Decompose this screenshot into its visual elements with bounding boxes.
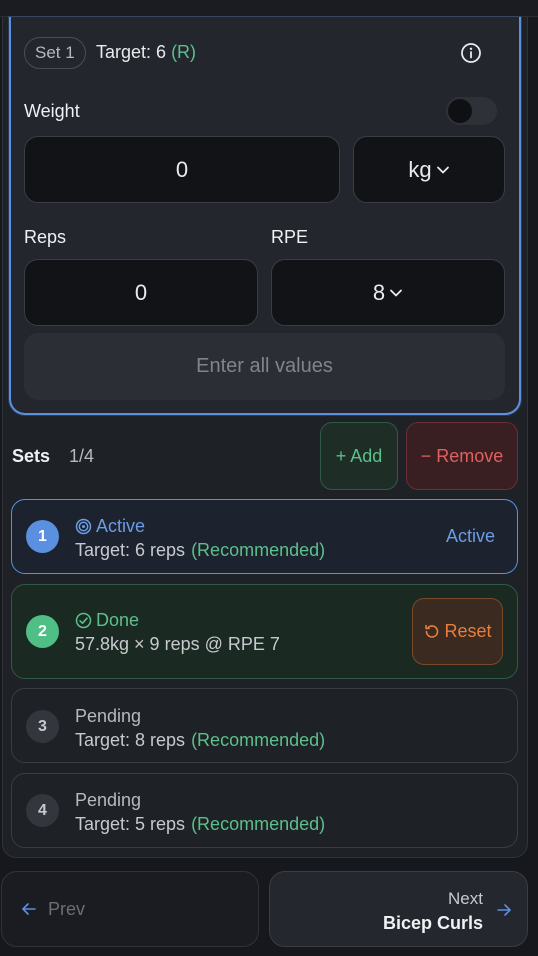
set-status-label: Done [96, 610, 140, 630]
arrow-left-icon [22, 903, 36, 915]
next-button[interactable]: Next Bicep Curls [269, 871, 528, 947]
info-icon[interactable] [460, 42, 482, 64]
enter-all-values-button[interactable]: Enter all values [24, 333, 505, 400]
set-row-3[interactable]: 3 Pending Target: 8 reps (Recommended) [11, 688, 518, 763]
target-value: Target: 6 [96, 42, 167, 62]
set-status-label: Pending [75, 790, 142, 810]
sets-title: Sets [12, 446, 51, 466]
reps-input[interactable]: 0 [24, 259, 258, 326]
top-bar [0, 0, 538, 17]
set-status: Done [75, 610, 139, 631]
rpe-value: 8 [372, 279, 386, 305]
rpe-label: RPE [271, 227, 309, 247]
recommended-label: (Recommended) [191, 814, 326, 834]
toggle-knob [448, 99, 472, 123]
weight-value: 0 [175, 156, 189, 182]
set-number: 3 [26, 710, 59, 743]
set-target-text: Target: 8 reps [75, 730, 186, 750]
chevron-down-icon [436, 166, 449, 173]
set-target: Target: 6 reps (Recommended) [75, 540, 325, 561]
rpe-select[interactable]: 8 [271, 259, 505, 326]
set-row-4[interactable]: 4 Pending Target: 5 reps (Recommended) [11, 773, 518, 848]
set-status: Active [75, 516, 145, 537]
recommended-label: (Recommended) [191, 540, 326, 560]
unit-select[interactable]: kg [353, 136, 505, 203]
set-number: 4 [26, 794, 59, 827]
target-text: Target: 6 (R) [96, 42, 196, 63]
prev-label: Prev [48, 898, 86, 919]
set-chip: Set 1 [24, 37, 86, 69]
set-target-text: Target: 5 reps [75, 814, 186, 834]
set-result: 57.8kg × 9 reps @ RPE 7 [75, 634, 280, 654]
add-set-button[interactable]: + Add [320, 422, 398, 490]
weight-toggle[interactable] [446, 97, 497, 125]
chevron-down-icon [390, 289, 403, 296]
reset-button[interactable]: Reset [412, 598, 503, 665]
next-exercise-name: Bicep Curls [382, 913, 483, 933]
reps-value: 0 [134, 279, 148, 305]
check-circle-icon [75, 612, 92, 629]
set-row-1[interactable]: 1 Active Target: 6 reps (Recommended) Act… [11, 499, 518, 574]
sets-count: 1/4 [69, 446, 95, 466]
weight-input[interactable]: 0 [24, 136, 340, 203]
set-status-label: Pending [75, 706, 142, 726]
reset-icon [425, 624, 439, 638]
arrow-right-icon [497, 904, 511, 916]
reps-label: Reps [24, 227, 67, 247]
remove-set-button[interactable]: − Remove [406, 422, 518, 490]
weight-label: Weight [24, 101, 80, 121]
target-recommended: (R) [171, 42, 197, 62]
set-row-2[interactable]: 2 Done 57.8kg × 9 reps @ RPE 7 Reset [11, 584, 518, 679]
prev-button[interactable]: Prev [1, 871, 259, 947]
next-label: Next [448, 889, 483, 908]
target-icon [75, 518, 92, 535]
set-target-text: Target: 6 reps [75, 540, 186, 560]
set-number: 2 [26, 615, 59, 648]
reset-label: Reset [444, 621, 492, 641]
set-target: Target: 8 reps (Recommended) [75, 730, 325, 751]
set-target: Target: 5 reps (Recommended) [75, 814, 325, 835]
active-tag: Active [445, 526, 495, 546]
unit-value: kg [408, 156, 432, 182]
set-status-label: Active [96, 516, 146, 536]
set-number: 1 [26, 520, 59, 553]
recommended-label: (Recommended) [191, 730, 326, 750]
